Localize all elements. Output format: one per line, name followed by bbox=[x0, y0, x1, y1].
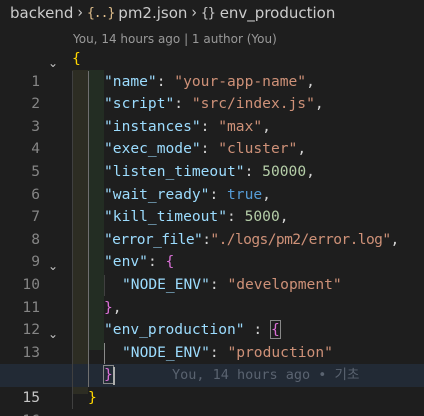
bracket: } bbox=[88, 389, 97, 406]
chevron-right-icon: › bbox=[77, 3, 83, 23]
punctuation: : bbox=[209, 343, 228, 361]
breadcrumb: backend › {..} pm2.json › {} env_product… bbox=[0, 0, 424, 26]
json-value: "your-app-name" bbox=[174, 72, 307, 90]
punctuation: , bbox=[306, 163, 315, 180]
code-line[interactable]: 9 "error_file":"./logs/pm2/error.log", bbox=[0, 229, 424, 271]
json-file-icon: {..} bbox=[86, 5, 115, 21]
json-value: "./logs/pm2/error.log" bbox=[210, 230, 391, 248]
indent-guide bbox=[104, 343, 105, 364]
punctuation: , bbox=[314, 95, 324, 113]
matched-bracket: } bbox=[103, 365, 114, 385]
object-symbol-icon: {} bbox=[201, 5, 216, 21]
punctuation: : bbox=[174, 95, 192, 113]
text-cursor bbox=[113, 367, 115, 385]
code-editor[interactable]: backend › {..} pm2.json › {} env_product… bbox=[0, 0, 424, 416]
punctuation: : bbox=[227, 208, 245, 226]
code-line[interactable]: 12 }, bbox=[0, 297, 424, 339]
code-line[interactable]: 2 "name": "your-app-name", bbox=[0, 71, 424, 113]
punctuation: , bbox=[306, 72, 315, 90]
code-line[interactable]: 11 "NODE_ENV": "development" bbox=[0, 274, 424, 316]
json-key: "name" bbox=[104, 72, 157, 90]
punctuation: : bbox=[156, 72, 175, 90]
code-line[interactable]: 14 "NODE_ENV": "production" bbox=[0, 342, 424, 384]
json-key: "NODE_ENV" bbox=[122, 343, 210, 361]
breadcrumb-folder[interactable]: backend bbox=[10, 4, 73, 22]
json-key: "script" bbox=[104, 95, 175, 113]
bracket: } bbox=[104, 298, 113, 316]
code-line[interactable]: 1 ⌄ { bbox=[0, 48, 424, 90]
punctuation: : bbox=[244, 163, 263, 180]
json-value: true bbox=[227, 185, 263, 203]
punctuation: , bbox=[297, 140, 307, 158]
json-key: "NODE_ENV" bbox=[122, 276, 210, 293]
code-line[interactable]: 3 "script": "src/index.js", bbox=[0, 93, 424, 135]
punctuation: , bbox=[112, 298, 122, 316]
json-value: "development" bbox=[227, 276, 342, 293]
code-line[interactable]: 7 "wait_ready": true, bbox=[0, 184, 424, 226]
bracket: { bbox=[72, 50, 81, 67]
code-line[interactable]: 6 "listen_timeout": 50000, bbox=[0, 161, 424, 203]
punctuation: , bbox=[390, 230, 400, 248]
json-value: 50000 bbox=[262, 163, 307, 180]
json-key: "listen_timeout" bbox=[104, 163, 245, 180]
punctuation: , bbox=[279, 208, 289, 226]
json-value: 5000 bbox=[244, 208, 280, 226]
breadcrumb-symbol[interactable]: env_production bbox=[220, 4, 336, 22]
json-key: "instances" bbox=[104, 117, 201, 135]
inline-blame[interactable]: You, 14 hours ago • 기초 bbox=[172, 364, 359, 387]
json-key: "wait_ready" bbox=[104, 185, 210, 203]
json-key: "env_production" bbox=[104, 321, 245, 339]
json-key: "kill_timeout" bbox=[104, 208, 228, 226]
line-number: 16 bbox=[0, 410, 40, 416]
bracket: { bbox=[165, 253, 175, 271]
code-line[interactable]: 5 "exec_mode": "cluster", bbox=[0, 138, 424, 180]
json-key: "error_file" bbox=[104, 230, 203, 248]
chevron-right-icon: › bbox=[191, 3, 198, 23]
punctuation: : bbox=[209, 276, 228, 293]
indent-guide bbox=[88, 71, 89, 387]
breadcrumb-file[interactable]: pm2.json bbox=[118, 4, 187, 22]
punctuation: : bbox=[200, 117, 219, 135]
json-key: "env" bbox=[104, 253, 148, 271]
code-line[interactable]: 16 } bbox=[0, 387, 424, 416]
punctuation: : bbox=[147, 253, 166, 271]
indent-guide bbox=[72, 71, 73, 409]
code-line[interactable]: 10 ⌄ "env": { bbox=[0, 251, 424, 293]
punctuation: : bbox=[244, 321, 271, 339]
code-line-current[interactable]: 15 } You, 14 hours ago • 기초 bbox=[0, 364, 424, 406]
punctuation: , bbox=[262, 117, 271, 135]
code-line[interactable]: 13 ⌄ "env_production" : { bbox=[0, 319, 424, 361]
matched-bracket: { bbox=[269, 320, 281, 340]
json-value: "src/index.js" bbox=[191, 95, 315, 113]
json-value: "production" bbox=[227, 343, 333, 361]
punctuation: : bbox=[209, 185, 228, 203]
json-value: "cluster" bbox=[218, 140, 298, 158]
indent-guide bbox=[104, 275, 105, 296]
json-value: "max" bbox=[218, 117, 263, 135]
json-key: "exec_mode" bbox=[104, 140, 201, 158]
code-line[interactable]: 8 "kill_timeout": 5000, bbox=[0, 206, 424, 248]
code-line[interactable]: 4 "instances": "max", bbox=[0, 116, 424, 158]
punctuation: , bbox=[262, 185, 271, 203]
punctuation: : bbox=[200, 140, 219, 158]
